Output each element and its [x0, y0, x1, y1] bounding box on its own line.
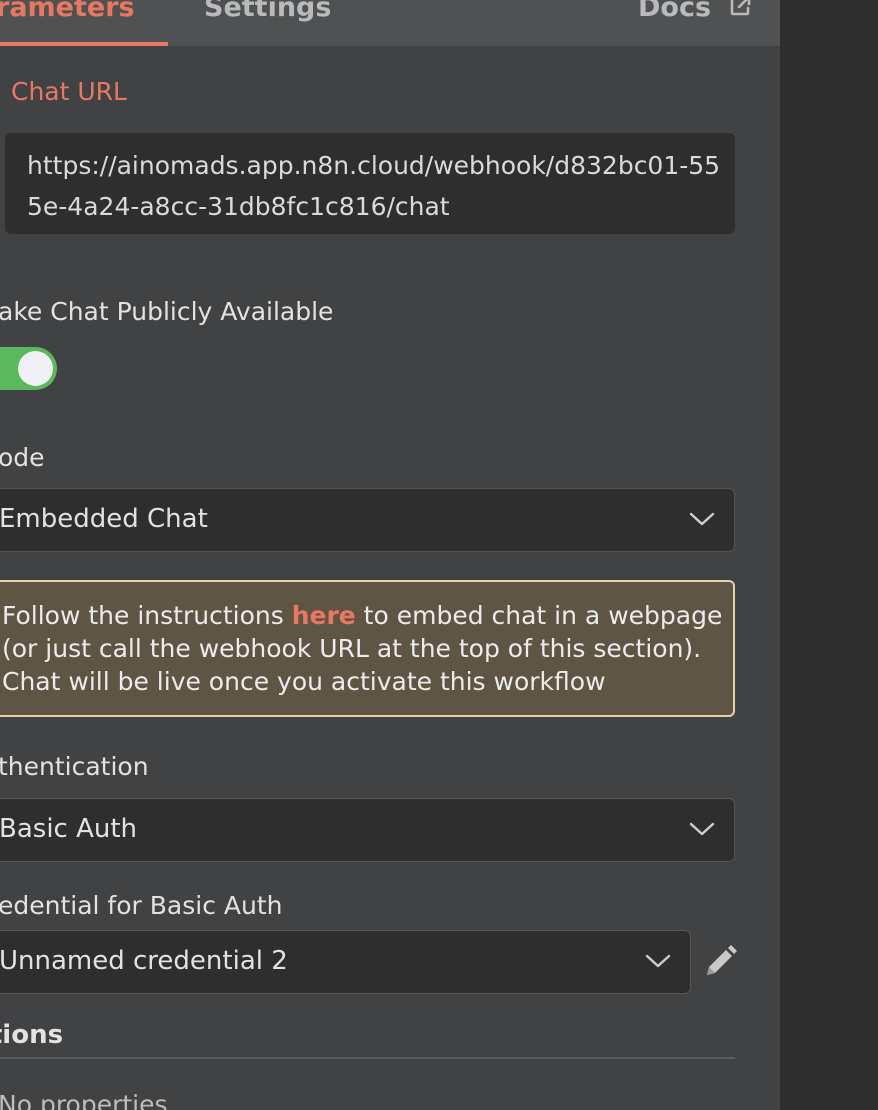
credential-select-value: Unnamed credential 2 [0, 946, 288, 976]
notice-line-2: (or just call the webhook URL at the top… [2, 634, 702, 663]
chat-url-label: Chat URL [11, 77, 127, 106]
mode-label: ode [0, 443, 45, 472]
authentication-select[interactable]: Basic Auth [0, 798, 735, 862]
chevron-down-icon [645, 954, 671, 968]
toggle-knob [18, 351, 53, 386]
credential-label: edential for Basic Auth [0, 891, 283, 920]
public-availability-toggle[interactable] [0, 347, 57, 390]
node-parameters-panel: rameters Settings Docs Chat URL https://… [0, 0, 780, 1110]
notice-line-1: Follow the instructions here to embed ch… [2, 599, 733, 632]
notice-text-before-link: Follow the instructions [2, 601, 292, 630]
authentication-label: thentication [0, 752, 149, 781]
instructions-link[interactable]: here [292, 601, 356, 630]
external-link-icon [731, 0, 751, 16]
public-toggle-label: ake Chat Publicly Available [0, 297, 334, 326]
notice-text-after-link: to embed chat in a webpage [355, 601, 723, 630]
chevron-down-icon [689, 822, 715, 836]
tab-bar: rameters Settings Docs [0, 0, 780, 46]
pencil-icon[interactable] [702, 944, 738, 980]
chevron-down-icon [689, 512, 715, 526]
options-divider [0, 1057, 735, 1059]
chat-url-field[interactable]: https://ainomads.app.n8n.cloud/webhook/d… [5, 133, 735, 234]
mode-select-value: Embedded Chat [0, 504, 208, 534]
docs-link[interactable]: Docs [638, 0, 752, 23]
tab-settings[interactable]: Settings [204, 0, 331, 23]
mode-select[interactable]: Embedded Chat [0, 488, 735, 552]
docs-link-label: Docs [638, 0, 712, 23]
chat-url-line-2: 5e-4a24-a8cc-31db8fc1c816/chat [27, 192, 450, 221]
authentication-select-value: Basic Auth [0, 814, 138, 844]
credential-select[interactable]: Unnamed credential 2 [0, 930, 691, 994]
no-properties-text: No properties [0, 1090, 168, 1110]
options-section-title: otions [0, 1020, 64, 1050]
tab-parameters[interactable]: rameters [0, 0, 135, 23]
canvas-edge [780, 0, 878, 1110]
embed-instructions-notice: Follow the instructions here to embed ch… [0, 580, 735, 717]
notice-line-3: Chat will be live once you activate this… [2, 667, 606, 696]
active-tab-indicator [0, 42, 168, 46]
chat-url-line-1: https://ainomads.app.n8n.cloud/webhook/d… [27, 151, 721, 180]
